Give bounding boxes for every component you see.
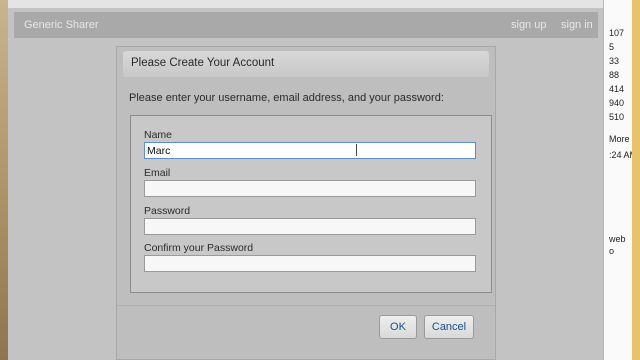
dialog-instructions: Please enter your username, email addres… bbox=[129, 92, 444, 104]
background-left-edge bbox=[0, 0, 8, 360]
email-input[interactable] bbox=[144, 180, 476, 197]
brand-link[interactable]: Generic Sharer bbox=[24, 19, 99, 31]
side-panel-item: 5 bbox=[609, 42, 615, 52]
navbar: Generic Sharer sign up sign in bbox=[14, 12, 598, 38]
background-top-strip bbox=[0, 0, 640, 8]
dialog-footer-divider bbox=[117, 305, 495, 306]
side-panel-item: 414 bbox=[609, 84, 625, 94]
cancel-button[interactable]: Cancel bbox=[424, 315, 474, 339]
password-label: Password bbox=[144, 205, 191, 217]
side-panel-item: web bbox=[609, 234, 626, 244]
sign-in-link[interactable]: sign in bbox=[561, 19, 593, 31]
name-input[interactable] bbox=[144, 142, 476, 159]
side-panel-item: o bbox=[609, 246, 615, 256]
side-panel-item: 107 bbox=[609, 28, 625, 38]
confirm-password-input[interactable] bbox=[144, 255, 476, 272]
dialog-title: Please Create Your Account bbox=[131, 57, 275, 69]
side-panel-item: 33 bbox=[609, 56, 620, 66]
confirm-password-label: Confirm your Password bbox=[144, 242, 254, 254]
ok-button[interactable]: OK bbox=[379, 315, 417, 339]
side-panel-item: 88 bbox=[609, 70, 620, 80]
side-panel-item: 940 bbox=[609, 98, 625, 108]
text-cursor-icon bbox=[355, 144, 359, 156]
create-account-dialog: Please Create Your Account Please enter … bbox=[116, 46, 496, 360]
dialog-header: Please Create Your Account bbox=[123, 51, 489, 77]
name-label: Name bbox=[144, 129, 173, 141]
sign-up-link[interactable]: sign up bbox=[511, 19, 546, 31]
side-panel-item: 510 bbox=[609, 112, 625, 122]
account-form: Name Email Password Confirm your Passwor… bbox=[130, 115, 492, 293]
window-edge-bar bbox=[632, 0, 640, 360]
email-label: Email bbox=[144, 167, 171, 179]
password-input[interactable] bbox=[144, 218, 476, 235]
